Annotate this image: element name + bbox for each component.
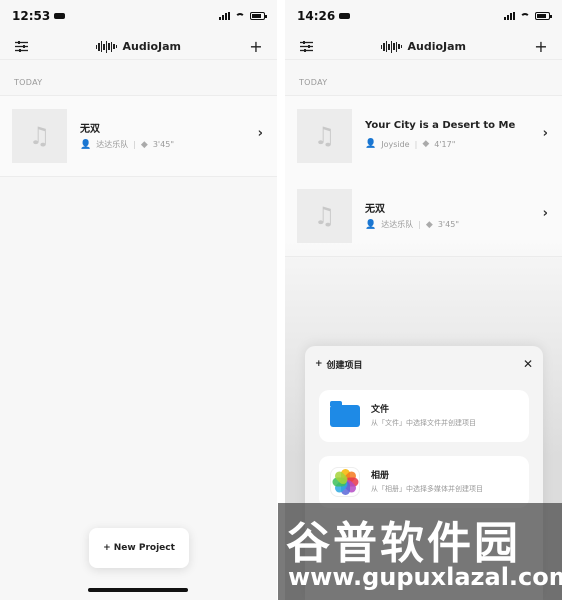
soundwave-icon xyxy=(380,40,403,53)
settings-sliders-icon[interactable] xyxy=(12,38,30,56)
project-title: Your City is a Desert to Me xyxy=(365,120,516,131)
add-icon[interactable]: + xyxy=(532,37,550,56)
wifi-icon xyxy=(235,12,245,20)
project-row[interactable]: ♫ Your City is a Desert to Me 👤 Joyside … xyxy=(285,96,562,177)
chevron-right-icon: › xyxy=(542,206,548,221)
chevron-right-icon: › xyxy=(542,126,548,141)
section-label-today: TODAY xyxy=(299,78,328,87)
app-brand: AudioJam xyxy=(95,40,182,53)
files-app-icon xyxy=(327,399,363,433)
section-label-today: TODAY xyxy=(14,78,43,87)
option-files[interactable]: 文件 从「文件」中选择文件并创建项目 xyxy=(319,390,529,442)
app-title: AudioJam xyxy=(407,40,467,53)
artist-icon: 👤 xyxy=(80,139,92,150)
system-icons xyxy=(219,12,267,20)
option-title: 相册 xyxy=(371,471,390,481)
home-indicator xyxy=(88,588,188,592)
photos-app-icon xyxy=(327,465,363,499)
duration-icon: ◆ xyxy=(140,139,148,150)
soundwave-icon xyxy=(95,40,118,53)
signal-icon xyxy=(504,12,515,20)
option-subtitle: 从「文件」中选择文件并创建项目 xyxy=(371,419,476,427)
artist-icon: 👤 xyxy=(365,139,377,149)
plus-icon: + xyxy=(315,359,323,369)
sheet-header: + 创建项目 ✕ xyxy=(315,356,533,372)
project-meta: 👤 达达乐队 | ◆ 3'45" xyxy=(365,219,459,230)
project-artist: Joyside xyxy=(381,139,410,149)
watermark-cn-text: 谷普软件园 xyxy=(286,518,521,569)
watermark: 谷普软件园 www.gupuxlazal.com xyxy=(278,503,562,600)
status-bar: 14:26 xyxy=(285,0,562,32)
car-icon xyxy=(54,13,66,19)
battery-icon xyxy=(535,12,552,20)
duration-icon: ◆ xyxy=(425,219,433,230)
project-artist: 达达乐队 xyxy=(96,140,129,149)
project-duration: 4'17" xyxy=(434,139,456,149)
settings-sliders-icon[interactable] xyxy=(297,38,315,56)
option-title: 文件 xyxy=(371,405,390,415)
close-icon[interactable]: ✕ xyxy=(523,357,533,371)
option-subtitle: 从「相册」中选择多媒体并创建项目 xyxy=(371,485,483,493)
music-note-icon: ♫ xyxy=(297,109,352,163)
status-time: 12:53 xyxy=(12,9,66,23)
project-duration: 3'45" xyxy=(152,140,174,149)
project-title: 无双 xyxy=(365,204,385,215)
add-icon[interactable]: + xyxy=(247,37,265,56)
battery-icon xyxy=(250,12,267,20)
watermark-url-text: www.gupuxlazal.com xyxy=(288,563,562,591)
sheet-title: + 创建项目 xyxy=(315,358,363,371)
music-note-icon: ♫ xyxy=(297,189,352,243)
status-time-text: 12:53 xyxy=(12,9,51,23)
project-artist: 达达乐队 xyxy=(381,220,414,229)
nav-bar: AudioJam + xyxy=(285,34,562,60)
music-note-icon: ♫ xyxy=(12,109,67,163)
app-title: AudioJam xyxy=(122,40,182,53)
signal-icon xyxy=(219,12,230,20)
car-icon xyxy=(339,13,351,19)
status-time: 14:26 xyxy=(297,9,351,23)
project-meta: 👤 达达乐队 | ◆ 3'45" xyxy=(80,139,174,150)
wifi-icon xyxy=(520,12,530,20)
new-project-button[interactable]: + New Project xyxy=(89,528,189,568)
project-title: 无双 xyxy=(80,124,100,135)
system-icons xyxy=(504,12,552,20)
nav-bar: AudioJam + xyxy=(0,34,277,60)
status-bar: 12:53 xyxy=(0,0,277,32)
artist-icon: 👤 xyxy=(365,219,377,230)
left-phone-screen: 12:53 AudioJam + TODAY ♫ 无双 👤 达达乐队 | ◆ 3… xyxy=(0,0,277,600)
project-meta: 👤 Joyside | ◆ 4'17" xyxy=(365,139,456,149)
status-time-text: 14:26 xyxy=(297,9,336,23)
duration-icon: ◆ xyxy=(422,139,430,149)
sheet-title-text: 创建项目 xyxy=(326,360,363,371)
option-photos[interactable]: 相册 从「相册」中选择多媒体并创建项目 xyxy=(319,456,529,508)
project-row[interactable]: ♫ 无双 👤 达达乐队 | ◆ 3'45" › xyxy=(0,96,277,177)
chevron-right-icon: › xyxy=(257,126,263,141)
app-brand: AudioJam xyxy=(380,40,467,53)
project-duration: 3'45" xyxy=(437,220,459,229)
